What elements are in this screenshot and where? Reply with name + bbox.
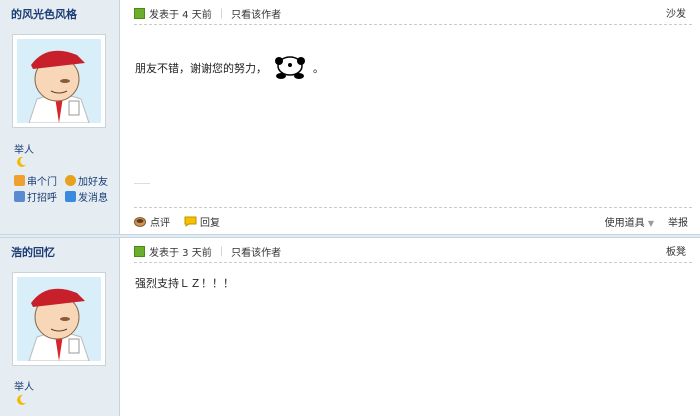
report-button[interactable]: 举报 — [668, 214, 688, 229]
moon-icon — [17, 156, 26, 167]
author-sidebar: 浩的回忆 举人 — [0, 238, 120, 416]
post-content: 发表于 4 天前 | 只看该作者 沙发 朋友不错，谢谢您的努力， 。 点评 回复… — [120, 0, 700, 234]
post-1: 的风光色风格 举人 串个门 加好友 打招呼 发消息 发表于 4 天前 | 只看该… — [0, 0, 700, 234]
only-author-link[interactable]: 只看该作者 — [231, 244, 281, 259]
online-icon — [134, 246, 145, 257]
reply-button[interactable]: 回复 — [184, 214, 220, 229]
user-rank: 举人 — [14, 382, 34, 393]
post-content: 发表于 3 天前 | 只看该作者 板凳 强烈支持ＬＺ！！！ — [120, 238, 700, 416]
only-author-link[interactable]: 只看该作者 — [231, 6, 281, 21]
visit-link[interactable]: 串个门 — [14, 173, 57, 188]
avatar[interactable] — [12, 272, 106, 366]
meta-separator: | — [219, 8, 224, 19]
user-icon — [14, 190, 25, 202]
meta-divider — [134, 262, 692, 263]
greet-link[interactable]: 打招呼 — [14, 189, 57, 204]
avatar[interactable] — [12, 34, 106, 128]
footer-divider — [134, 207, 692, 208]
avatar-image — [17, 39, 101, 123]
moon-icon — [17, 394, 26, 405]
post-time: 发表于 4 天前 — [149, 10, 212, 21]
post-message: 朋友不错，谢谢您的努力， 。 — [135, 56, 324, 80]
comment-button[interactable]: 点评 — [134, 214, 170, 229]
post-actions: 点评 回复 使用道具 ▼ 举报 — [134, 214, 688, 229]
author-sidebar: 的风光色风格 举人 串个门 加好友 打招呼 发消息 — [0, 0, 120, 234]
handshake-icon — [65, 174, 76, 186]
home-icon — [14, 174, 25, 186]
signature-divider — [134, 183, 150, 184]
user-rank: 举人 — [14, 145, 34, 156]
panda-emoji-icon — [275, 56, 305, 79]
coffee-icon — [134, 217, 146, 227]
user-links: 串个门 加好友 打招呼 发消息 — [14, 172, 108, 204]
author-name[interactable]: 的风光色风格 — [11, 6, 77, 22]
post-time: 发表于 3 天前 — [149, 248, 212, 259]
meta-divider — [134, 24, 692, 25]
avatar-image — [17, 277, 101, 361]
meta-separator: | — [219, 246, 224, 257]
chevron-down-icon: ▼ — [647, 219, 654, 228]
floor-label[interactable]: 沙发 — [666, 5, 686, 20]
post-2: 浩的回忆 举人 发表于 3 天前 | 只看该作者 板凳 强烈支持ＬＺ！！！ — [0, 238, 700, 416]
envelope-icon — [65, 190, 76, 202]
use-tools-dropdown[interactable]: 使用道具 ▼ — [605, 214, 654, 229]
add-friend-link[interactable]: 加好友 — [65, 173, 108, 188]
speech-bubble-icon — [184, 216, 197, 227]
post-meta: 发表于 4 天前 | 只看该作者 — [134, 6, 281, 21]
post-meta: 发表于 3 天前 | 只看该作者 — [134, 244, 281, 259]
author-name[interactable]: 浩的回忆 — [11, 244, 55, 260]
send-message-link[interactable]: 发消息 — [65, 189, 108, 204]
online-icon — [134, 8, 145, 19]
post-message: 强烈支持ＬＺ！！！ — [135, 277, 234, 290]
floor-label[interactable]: 板凳 — [666, 243, 686, 258]
